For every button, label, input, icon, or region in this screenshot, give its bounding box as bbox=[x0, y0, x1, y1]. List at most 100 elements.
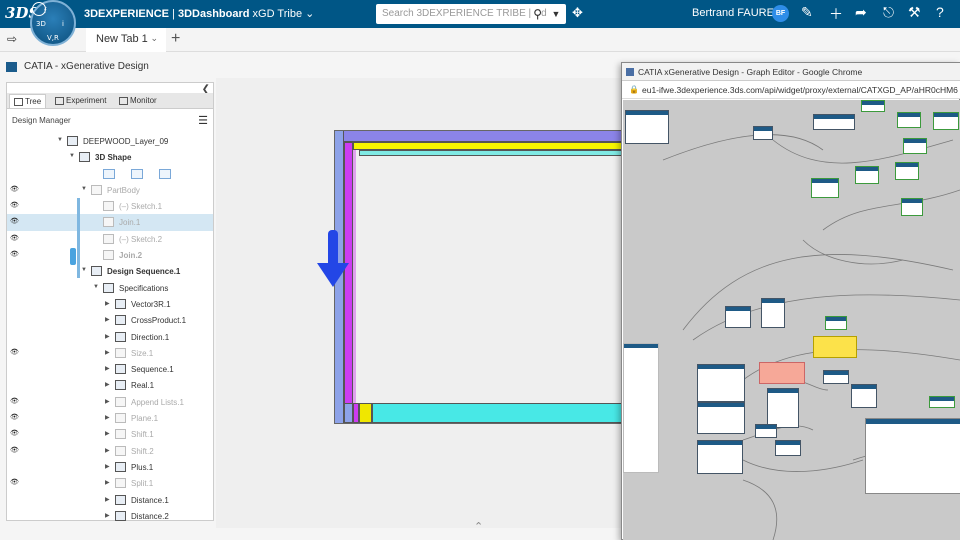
tree-item[interactable]: 👁 (–) Sketch.1 bbox=[7, 198, 213, 214]
plus-icon[interactable]: ＋ bbox=[829, 4, 843, 24]
graph-node[interactable] bbox=[855, 166, 879, 184]
tree-item[interactable]: 👁 ▼ PartBody bbox=[7, 182, 213, 198]
expand-node-icon[interactable]: ▶ bbox=[105, 365, 110, 372]
eye-icon[interactable]: 👁 bbox=[10, 348, 19, 356]
tree-item[interactable]: 👁 (–) Sketch.2 bbox=[7, 231, 213, 247]
tree-item[interactable]: 👁 ▶ Append Lists.1 bbox=[7, 394, 213, 410]
expand-node-icon[interactable]: ▶ bbox=[105, 316, 110, 323]
tree-item[interactable]: 👁 ▶ Shift.2 bbox=[7, 443, 213, 459]
graph-node[interactable] bbox=[825, 316, 847, 330]
pink-note[interactable] bbox=[759, 362, 805, 384]
tab-monitor[interactable]: Monitor bbox=[115, 94, 161, 108]
graph-node[interactable] bbox=[775, 440, 801, 456]
expand-node-icon[interactable]: ▶ bbox=[105, 512, 110, 519]
graph-node[interactable] bbox=[725, 306, 751, 328]
graph-node[interactable] bbox=[755, 424, 777, 438]
chevron-down-icon[interactable]: ⌄ bbox=[150, 33, 158, 44]
tree-item[interactable]: ▶ Distance.2 bbox=[7, 508, 213, 524]
graph-node[interactable] bbox=[753, 126, 773, 140]
collapse-node-icon[interactable]: ▼ bbox=[93, 284, 99, 290]
help-icon[interactable]: ? bbox=[936, 4, 944, 20]
eye-icon[interactable]: 👁 bbox=[10, 234, 19, 242]
eye-icon[interactable]: 👁 bbox=[10, 446, 19, 454]
tree-item[interactable]: ▶ Sequence.1 bbox=[7, 361, 213, 377]
tree-item[interactable]: ▶ CrossProduct.1 bbox=[7, 312, 213, 328]
graph-canvas[interactable] bbox=[623, 100, 960, 540]
tree-item[interactable]: ▼ DEEPWOOD_Layer_09 bbox=[7, 133, 213, 149]
tools-icon[interactable]: ⚒ bbox=[908, 4, 921, 21]
tab-new-tab-1[interactable]: New Tab 1 ⌄ bbox=[86, 28, 166, 52]
graph-node[interactable] bbox=[895, 162, 919, 180]
eye-icon[interactable]: 👁 bbox=[10, 413, 19, 421]
expand-node-icon[interactable]: ▶ bbox=[105, 398, 110, 405]
tree-item[interactable]: 👁 ▶ Shift.1 bbox=[7, 426, 213, 442]
graph-node[interactable] bbox=[697, 364, 745, 402]
expand-menu-icon[interactable]: ⇨ bbox=[7, 32, 17, 46]
hamburger-menu-icon[interactable]: ☰ bbox=[198, 114, 208, 127]
expand-node-icon[interactable]: ▶ bbox=[105, 447, 110, 454]
lock-icon[interactable]: 🔒 bbox=[629, 85, 639, 94]
expand-node-icon[interactable]: ▶ bbox=[105, 430, 110, 437]
chevron-up-icon[interactable]: ⌃ bbox=[474, 520, 483, 533]
eye-icon[interactable]: 👁 bbox=[10, 185, 19, 193]
compass-widget[interactable]: f 3D i V,R bbox=[30, 0, 76, 46]
search-icon[interactable]: ⚲ bbox=[533, 7, 542, 21]
side-input-panel[interactable] bbox=[623, 343, 659, 473]
graph-node[interactable] bbox=[697, 440, 743, 474]
tab-experiment[interactable]: Experiment bbox=[51, 94, 110, 108]
plane-icon[interactable] bbox=[103, 168, 115, 179]
network-icon[interactable]: ⎋ bbox=[883, 4, 894, 21]
graph-editor-window[interactable]: CATIA xGenerative Design - Graph Editor … bbox=[621, 62, 960, 540]
collapse-node-icon[interactable]: ▼ bbox=[57, 137, 63, 143]
graph-node[interactable] bbox=[851, 384, 877, 408]
tree-item[interactable]: ▼ Design Sequence.1 bbox=[7, 263, 213, 279]
add-tab-button[interactable]: + bbox=[171, 30, 180, 48]
graph-node[interactable] bbox=[903, 138, 927, 154]
eye-icon[interactable]: 👁 bbox=[10, 217, 19, 225]
tree-item[interactable]: ▶ Distance.1 bbox=[7, 492, 213, 508]
share-icon[interactable]: ✎ bbox=[801, 4, 813, 21]
tree-item[interactable]: ▶ Vector3R.1 bbox=[7, 296, 213, 312]
table-output-node[interactable] bbox=[865, 418, 960, 494]
graph-node[interactable] bbox=[823, 370, 849, 384]
graph-node[interactable] bbox=[813, 114, 855, 130]
expand-node-icon[interactable]: ▶ bbox=[105, 463, 110, 470]
eye-icon[interactable]: 👁 bbox=[10, 201, 19, 209]
collapse-node-icon[interactable]: ▼ bbox=[69, 153, 75, 159]
eye-icon[interactable]: 👁 bbox=[10, 250, 19, 258]
plane-icon[interactable] bbox=[131, 168, 143, 179]
expand-node-icon[interactable]: ▶ bbox=[105, 479, 110, 486]
user-name[interactable]: Bertrand FAURE bbox=[692, 7, 774, 19]
expand-node-icon[interactable]: ▶ bbox=[105, 349, 110, 356]
graph-node[interactable] bbox=[933, 112, 959, 130]
plane-icon[interactable] bbox=[159, 168, 171, 179]
tree-item[interactable]: 👁 Join.1 bbox=[7, 214, 213, 231]
tree-item[interactable] bbox=[7, 166, 213, 182]
graph-node[interactable] bbox=[625, 110, 669, 144]
tree-item[interactable]: 👁 ▶ Size.1 bbox=[7, 345, 213, 361]
graph-node[interactable] bbox=[929, 396, 955, 408]
avatar[interactable]: BF bbox=[772, 5, 789, 22]
tree-item[interactable]: ▶ Direction.1 bbox=[7, 329, 213, 345]
tree-item[interactable]: 👁 ▶ Plane.1 bbox=[7, 410, 213, 426]
expand-node-icon[interactable]: ▶ bbox=[105, 496, 110, 503]
expand-node-icon[interactable]: ▶ bbox=[105, 333, 110, 340]
direction-arrow-head[interactable] bbox=[317, 263, 349, 287]
graph-node[interactable] bbox=[697, 402, 745, 434]
graph-node[interactable] bbox=[767, 388, 799, 428]
address-bar[interactable]: 🔒 eu1-ifwe.3dexperience.3ds.com/api/widg… bbox=[622, 81, 960, 99]
tab-tree[interactable]: Tree bbox=[9, 94, 47, 108]
collapse-node-icon[interactable]: ▼ bbox=[81, 267, 87, 273]
graph-node[interactable] bbox=[901, 198, 923, 216]
search-input[interactable]: Search 3DEXPERIENCE TRIBE | Cd ⚲ ▼ bbox=[376, 4, 566, 24]
eye-icon[interactable]: 👁 bbox=[10, 429, 19, 437]
expand-node-icon[interactable]: ▶ bbox=[105, 381, 110, 388]
chevron-down-icon[interactable]: ⌄ bbox=[305, 8, 314, 20]
expand-node-icon[interactable]: ▶ bbox=[105, 414, 110, 421]
tree-item[interactable]: 👁 ▶ Split.1 bbox=[7, 475, 213, 491]
window-title-bar[interactable]: CATIA xGenerative Design - Graph Editor … bbox=[622, 63, 960, 81]
graph-node[interactable] bbox=[761, 298, 785, 328]
forward-icon[interactable]: ➦ bbox=[855, 4, 867, 21]
tree-item[interactable]: ▶ Plus.1 bbox=[7, 459, 213, 475]
expand-node-icon[interactable]: ▶ bbox=[105, 300, 110, 307]
